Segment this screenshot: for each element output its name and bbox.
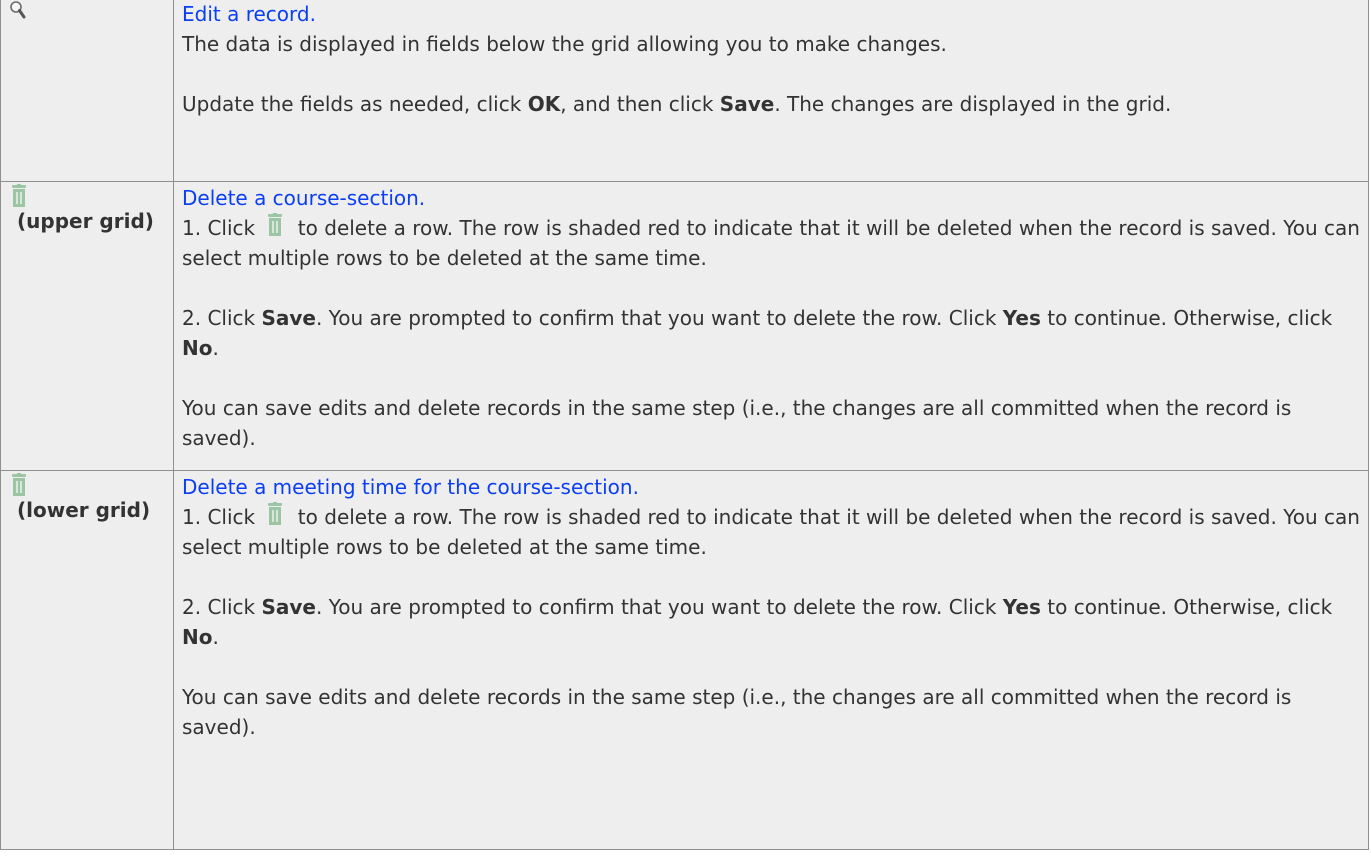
trash-icon: [12, 184, 26, 207]
description-cell: Delete a meeting time for the course-sec…: [173, 470, 1369, 850]
description-cell: Delete a course-section. 1. Click to del…: [173, 181, 1369, 471]
magnifier-icon: [10, 1, 26, 19]
description-text: The data is displayed in fields below th…: [182, 32, 947, 56]
description-text: 2. Click Save. You are prompted to confi…: [182, 595, 1333, 649]
delete-course-section-link[interactable]: Delete a course-section.: [182, 183, 1360, 213]
description-text: 1. Click to delete a row. The row is sha…: [182, 502, 1360, 562]
table-row: (lower grid) Delete a meeting time for t…: [0, 470, 1369, 850]
description-cell: Edit a record. The data is displayed in …: [173, 0, 1369, 182]
description-text: You can save edits and delete records in…: [182, 396, 1292, 450]
grid-label: (upper grid): [17, 209, 154, 233]
description-text: 2. Click Save. You are prompted to confi…: [182, 306, 1333, 360]
icon-cell: [0, 0, 174, 182]
table-row: (upper grid) Delete a course-section. 1.…: [0, 181, 1369, 471]
grid-label: (lower grid): [17, 498, 151, 522]
table-row: Edit a record. The data is displayed in …: [0, 0, 1369, 182]
description-text: Update the fields as needed, click OK, a…: [182, 92, 1172, 116]
description-text: 1. Click to delete a row. The row is sha…: [182, 213, 1360, 273]
description-text: You can save edits and delete records in…: [182, 685, 1292, 739]
icon-cell: (upper grid): [0, 181, 174, 471]
trash-icon: [268, 213, 283, 236]
icon-cell: (lower grid): [0, 470, 174, 850]
edit-record-link[interactable]: Edit a record.: [182, 0, 1360, 29]
help-table: Edit a record. The data is displayed in …: [0, 0, 1369, 850]
delete-meeting-time-link[interactable]: Delete a meeting time for the course-sec…: [182, 472, 1360, 502]
trash-icon: [268, 502, 283, 525]
trash-icon: [12, 473, 26, 496]
